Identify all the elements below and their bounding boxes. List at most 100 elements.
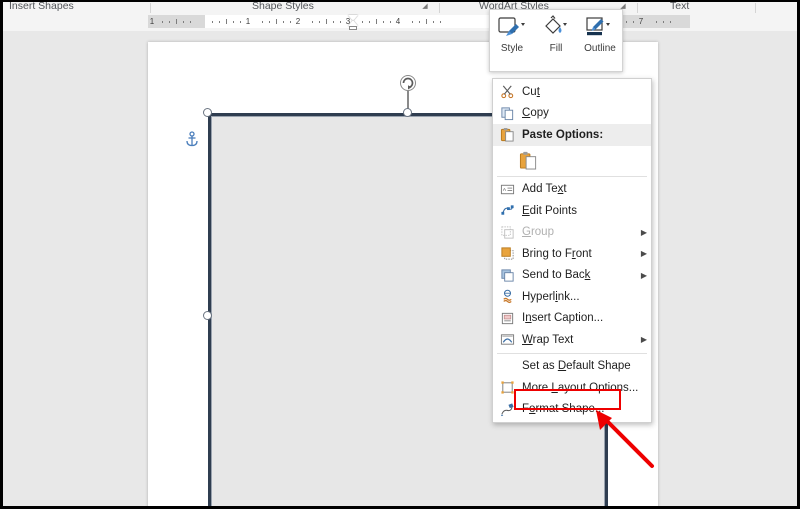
insert-caption-icon [493,308,521,330]
ruler-tick-major [276,19,277,24]
edit-points-icon [493,200,521,222]
context-menu-item-format-shape[interactable]: Format Shape... [493,399,651,421]
context-menu-item-paste-options-label: Paste Options: [522,128,604,141]
layout-options-icon [493,377,521,399]
resize-handle-top-left[interactable] [203,108,212,117]
window-frame-left [0,0,3,509]
mini-floating-toolbar[interactable]: Style Fill Outline [489,9,623,72]
context-menu-item-group[interactable]: Group ▶ [493,222,651,244]
ruler-tick [656,21,657,23]
document-workspace[interactable] [3,31,797,506]
shape-outline-button[interactable]: Outline [578,10,622,71]
ruler-tick [440,21,441,23]
shape-style-icon [497,15,527,41]
ruler-tick [262,21,263,23]
resize-handle-middle-left[interactable] [203,311,212,320]
ruler-number: 4 [395,17,401,26]
ruler-tick [283,21,284,23]
ruler-tick [340,21,341,23]
ribbon-group-text: Text [670,2,690,12]
add-text-icon: A [493,179,521,201]
shape-styles-dialog-launcher-icon[interactable]: ◢ [421,3,429,11]
shape-style-label: Style [500,43,524,54]
ruler-tick [240,21,241,23]
context-menu-item-hyperlink[interactable]: Hyperlink... [493,286,651,308]
hyperlink-icon [493,286,521,308]
context-menu-item-copy[interactable]: Copy [493,103,651,125]
ribbon-divider [755,3,756,13]
context-menu-item-format-shape-label: Format Shape... [522,403,605,416]
submenu-chevron-icon: ▶ [640,335,648,345]
ribbon-divider [637,3,638,13]
ruler-tick [390,21,391,23]
ruler-tick [219,21,220,23]
context-menu-item-send-to-back[interactable]: Send to Back ▶ [493,265,651,287]
pen-outline-icon [585,15,615,41]
shape-fill-label: Fill [549,43,563,54]
ruler-indent-marker[interactable] [348,15,359,30]
shape-style-button[interactable]: Style [490,10,534,71]
shape-fill-button[interactable]: Fill [534,10,578,71]
context-menu-item-edit-points-label: Edit Points [522,204,577,217]
ruler-tick-major [176,19,177,24]
context-menu-item-send-to-back-label: Send to Back [522,269,591,282]
context-menu-item-set-as-default-shape-label: Set as Default Shape [522,360,631,373]
context-menu-item-copy-label: Copy [522,107,549,120]
context-menu-item-edit-points[interactable]: Edit Points [493,200,651,222]
ruler-tick [269,21,270,23]
context-menu-item-wrap-text[interactable]: Wrap Text ▶ [493,329,651,351]
ruler-tick [233,21,234,23]
context-menu-item-cut-label: Cut [522,85,540,98]
context-menu-item-add-text[interactable]: A Add Text [493,179,651,201]
submenu-chevron-icon: ▶ [640,249,648,259]
context-menu-item-bring-to-front[interactable]: Bring to Front ▶ [493,243,651,265]
shape-context-menu[interactable]: Cut Copy Paste Options: A Add Text Edit … [492,78,652,423]
paste-keep-formatting-icon[interactable] [519,150,538,170]
ruler-tick [670,21,671,23]
context-menu-item-group-label: Group [522,226,554,239]
ruler-tick [362,21,363,23]
group-icon [493,222,521,244]
bring-to-front-icon [493,243,521,265]
shape-outline-label: Outline [584,43,616,54]
ruler-tick [419,21,420,23]
ruler-tick-major [376,19,377,24]
context-menu-item-set-as-default-shape[interactable]: Set as Default Shape [493,356,651,378]
ruler-number: 2 [295,17,301,26]
resize-handle-top-center[interactable] [403,108,412,117]
ruler-tick [312,21,313,23]
word-application-window: Insert Shapes Shape Styles ◢ WordArt Sty… [0,0,800,509]
context-menu-item-more-layout-options-label: More Layout Options... [522,381,639,394]
left-indent-marker-icon[interactable] [349,26,357,30]
ruler-number: 1 [245,17,251,26]
submenu-chevron-icon: ▶ [640,227,648,237]
context-menu-separator [497,352,647,354]
ruler-tick-major [426,19,427,24]
ribbon-group-shape-styles: Shape Styles [252,2,314,12]
ruler-tick [183,21,184,23]
context-menu-item-hyperlink-label: Hyperlink... [522,290,580,303]
ruler-tick [162,21,163,23]
ruler-tick [383,21,384,23]
ruler-tick [212,21,213,23]
copy-icon [493,103,521,125]
rotate-icon[interactable] [399,74,417,92]
context-menu-item-insert-caption[interactable]: Insert Caption... [493,308,651,330]
context-menu-item-more-layout-options[interactable]: More Layout Options... [493,377,651,399]
horizontal-ruler-row[interactable]: 1 1 2 3 4 7 [3,13,797,32]
context-menu-item-paste-options[interactable]: Paste Options: [493,124,651,146]
ruler-tick [412,21,413,23]
anchor-icon [185,131,199,147]
window-frame-top [0,0,800,2]
ruler-tick-major [326,19,327,24]
ruler-tick [190,21,191,23]
context-menu-separator [497,175,647,177]
paste-options-gallery[interactable] [493,146,651,174]
ruler-tick [319,21,320,23]
ribbon-divider [150,3,151,13]
context-menu-item-add-text-label: Add Text [522,183,567,196]
ruler-tick [633,21,634,23]
context-menu-item-cut[interactable]: Cut [493,81,651,103]
ribbon-divider [439,3,440,13]
format-shape-icon [493,399,521,421]
